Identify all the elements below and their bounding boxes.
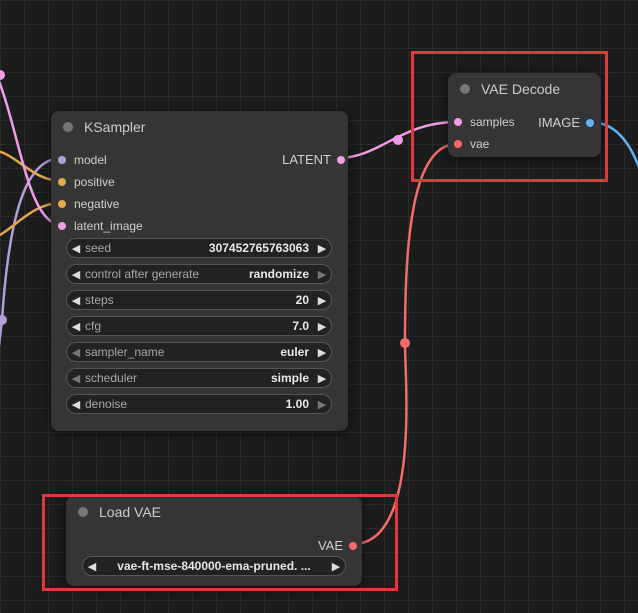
latent-to-samples-wire: [337, 120, 458, 160]
decrement-arrow-icon[interactable]: ◀: [83, 560, 101, 573]
widget-value: 1.00: [285, 397, 309, 411]
vae-decode-header[interactable]: VAE Decode: [448, 73, 601, 105]
output-slot-image[interactable]: IMAGE: [538, 115, 594, 130]
slot-label: latent_image: [74, 219, 143, 233]
vae-slot-dot[interactable]: [454, 140, 462, 148]
scheduler-widget[interactable]: ◀ scheduler simple ▶: [66, 368, 332, 388]
increment-arrow-icon[interactable]: ▶: [313, 346, 331, 359]
decrement-arrow-icon[interactable]: ◀: [67, 398, 85, 411]
decrement-arrow-icon[interactable]: ◀: [67, 346, 85, 359]
ksampler-title: KSampler: [84, 119, 146, 135]
widget-value: 20: [295, 293, 309, 307]
slot-label: positive: [74, 175, 115, 189]
latent-wire-reroute: [393, 135, 403, 145]
widget-label: control after generate: [85, 267, 200, 281]
increment-arrow-icon[interactable]: ▶: [313, 268, 331, 281]
widget-label: denoise: [85, 397, 128, 411]
vae-decode-title: VAE Decode: [481, 81, 561, 97]
steps-widget[interactable]: ◀ steps 20 ▶: [66, 290, 332, 310]
vae-decode-node[interactable]: VAE Decode samples vae IMAGE: [448, 73, 601, 157]
input-slot-vae[interactable]: vae: [454, 137, 489, 151]
slot-label: VAE: [317, 538, 343, 553]
latent-image-slot-dot[interactable]: [58, 222, 66, 230]
control-after-generate-widget[interactable]: ◀ control after generate randomize ▶: [66, 264, 332, 284]
ksampler-node[interactable]: KSampler model positive negative latent_…: [51, 111, 348, 431]
slot-label: model: [74, 153, 107, 167]
widget-value: 7.0: [292, 319, 309, 333]
widget-label: seed: [85, 241, 112, 255]
widget-value: euler: [280, 345, 309, 359]
latent-output-dot[interactable]: [337, 155, 345, 164]
node-collapse-dot[interactable]: [78, 507, 88, 517]
positive-slot-dot[interactable]: [58, 178, 66, 186]
vae-wire: [352, 142, 458, 546]
image-output-dot[interactable]: [586, 118, 594, 127]
input-slot-model[interactable]: model: [58, 153, 107, 167]
samples-slot-dot[interactable]: [454, 118, 462, 126]
vae-name-value: vae-ft-mse-840000-ema-pruned. ...: [117, 559, 311, 573]
node-collapse-dot[interactable]: [63, 122, 73, 132]
denoise-widget[interactable]: ◀ denoise 1.00 ▶: [66, 394, 332, 414]
load-vae-node[interactable]: Load VAE VAE ◀ vae-ft-mse-840000-ema-pru…: [66, 496, 362, 586]
model-wire-reroute: [0, 315, 7, 325]
slot-label: LATENT: [282, 152, 331, 167]
increment-arrow-icon[interactable]: ▶: [327, 560, 345, 573]
output-slot-latent[interactable]: LATENT: [282, 152, 345, 167]
output-slot-vae[interactable]: VAE: [318, 538, 357, 553]
slot-label: samples: [470, 115, 515, 129]
vae-name-widget[interactable]: ◀ vae-ft-mse-840000-ema-pruned. ... ▶: [82, 556, 346, 576]
increment-arrow-icon[interactable]: ▶: [313, 294, 331, 307]
latent-image-reroute: [0, 70, 5, 80]
increment-arrow-icon[interactable]: ▶: [313, 372, 331, 385]
load-vae-title: Load VAE: [99, 504, 162, 520]
negative-slot-dot[interactable]: [58, 200, 66, 208]
widget-label: sampler_name: [85, 345, 165, 359]
increment-arrow-icon[interactable]: ▶: [313, 398, 331, 411]
widget-label: scheduler: [85, 371, 138, 385]
slot-label: IMAGE: [538, 115, 580, 130]
increment-arrow-icon[interactable]: ▶: [313, 242, 331, 255]
decrement-arrow-icon[interactable]: ◀: [67, 242, 85, 255]
vae-output-dot[interactable]: [349, 541, 357, 550]
vae-wire-reroute: [400, 338, 410, 348]
decrement-arrow-icon[interactable]: ◀: [67, 320, 85, 333]
ksampler-header[interactable]: KSampler: [51, 111, 348, 143]
input-slot-samples[interactable]: samples: [454, 115, 515, 129]
load-vae-header[interactable]: Load VAE: [66, 496, 362, 528]
model-slot-dot[interactable]: [58, 156, 66, 164]
cfg-widget[interactable]: ◀ cfg 7.0 ▶: [66, 316, 332, 336]
input-slot-negative[interactable]: negative: [58, 197, 119, 211]
widget-label: cfg: [85, 319, 102, 333]
decrement-arrow-icon[interactable]: ◀: [67, 372, 85, 385]
widget-value: simple: [270, 371, 309, 385]
slot-label: negative: [74, 197, 120, 211]
node-collapse-dot[interactable]: [460, 84, 470, 94]
increment-arrow-icon[interactable]: ▶: [313, 320, 331, 333]
slot-label: vae: [470, 137, 490, 151]
input-slot-positive[interactable]: positive: [58, 175, 115, 189]
widget-value: 307452765763063: [208, 241, 309, 255]
sampler-name-widget[interactable]: ◀ sampler_name euler ▶: [66, 342, 332, 362]
decrement-arrow-icon[interactable]: ◀: [67, 268, 85, 281]
seed-widget[interactable]: ◀ seed 307452765763063 ▶: [66, 238, 332, 258]
input-slot-latent-image[interactable]: latent_image: [58, 219, 143, 233]
widget-value: randomize: [248, 267, 309, 281]
decrement-arrow-icon[interactable]: ◀: [67, 294, 85, 307]
widget-label: steps: [85, 293, 114, 307]
